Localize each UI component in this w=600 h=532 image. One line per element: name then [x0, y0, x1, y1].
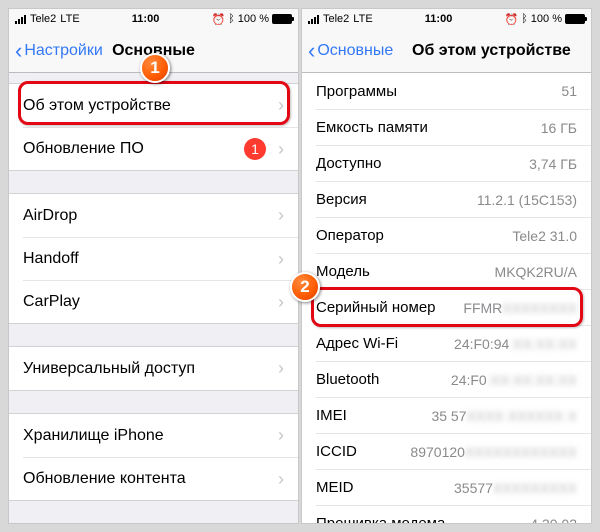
settings-list[interactable]: Об этом устройстве › Обновление ПО 1 › A… [9, 73, 298, 523]
row-handoff[interactable]: Handoff › [23, 237, 298, 280]
chevron-right-icon: › [278, 205, 284, 226]
alarm-icon: ⏰ [211, 13, 225, 26]
battery-icon [272, 14, 292, 24]
signal-icon [15, 15, 26, 24]
row-carrier[interactable]: Оператор Tele2 31.0 [316, 217, 591, 253]
chevron-right-icon: › [278, 139, 284, 160]
battery-icon [565, 14, 585, 24]
nav-header: ‹ Основные Об этом устройстве [302, 29, 591, 73]
chevron-right-icon: › [278, 425, 284, 446]
chevron-right-icon: › [278, 358, 284, 379]
network-label: LTE [60, 13, 79, 25]
bluetooth-icon: ᛒ [521, 13, 528, 25]
update-badge: 1 [244, 138, 266, 160]
network-label: LTE [353, 13, 372, 25]
carrier-label: Tele2 [323, 13, 349, 25]
nav-header: ‹ Настройки Основные [9, 29, 298, 73]
status-bar: Tele2 LTE 11:00 ⏰ ᛒ 100 % [302, 9, 591, 29]
page-title: Об этом устройстве [302, 42, 591, 60]
row-iccid[interactable]: ICCID 8970120XXXXXXXXXXXX [316, 433, 591, 469]
signal-icon [308, 15, 319, 24]
row-modem-firmware[interactable]: Прошивка модема 4.30.02 [316, 505, 591, 523]
row-software-update[interactable]: Обновление ПО 1 › [23, 127, 298, 170]
battery-label: 100 % [531, 13, 562, 25]
phone-left: Tele2 LTE 11:00 ⏰ ᛒ 100 % ‹ Настройки Ос… [8, 8, 299, 524]
clock: 11:00 [373, 13, 505, 25]
status-bar: Tele2 LTE 11:00 ⏰ ᛒ 100 % [9, 9, 298, 29]
chevron-right-icon: › [278, 95, 284, 116]
carrier-label: Tele2 [30, 13, 56, 25]
clock: 11:00 [80, 13, 212, 25]
row-accessibility[interactable]: Универсальный доступ › [9, 347, 298, 390]
row-about-device[interactable]: Об этом устройстве › [9, 84, 298, 127]
row-imei[interactable]: IMEI 35 57XXXX XXXXXX X [316, 397, 591, 433]
row-meid[interactable]: MEID 35577XXXXXXXXX [316, 469, 591, 505]
row-bluetooth[interactable]: Bluetooth 24:F0:XX:XX:XX:XX [316, 361, 591, 397]
row-apps[interactable]: Программы 51 [302, 73, 591, 109]
row-capacity[interactable]: Емкость памяти 16 ГБ [316, 109, 591, 145]
chevron-right-icon: › [278, 292, 284, 313]
chevron-right-icon: › [278, 469, 284, 490]
page-title: Основные [9, 42, 298, 60]
phone-right: Tele2 LTE 11:00 ⏰ ᛒ 100 % ‹ Основные Об … [301, 8, 592, 524]
alarm-icon: ⏰ [504, 13, 518, 26]
battery-label: 100 % [238, 13, 269, 25]
row-iphone-storage[interactable]: Хранилище iPhone › [9, 414, 298, 457]
row-available[interactable]: Доступно 3,74 ГБ [316, 145, 591, 181]
bluetooth-icon: ᛒ [228, 13, 235, 25]
row-wifi-address[interactable]: Адрес Wi-Fi 24:F0:94:XX:XX:XX [316, 325, 591, 361]
about-list[interactable]: Программы 51 Емкость памяти 16 ГБ Доступ… [302, 73, 591, 523]
row-carplay[interactable]: CarPlay › [23, 280, 298, 323]
chevron-right-icon: › [278, 249, 284, 270]
row-version[interactable]: Версия 11.2.1 (15C153) [316, 181, 591, 217]
row-serial-number[interactable]: Серийный номер FFMRXXXXXXXX [316, 289, 591, 325]
row-airdrop[interactable]: AirDrop › [9, 194, 298, 237]
row-background-refresh[interactable]: Обновление контента › [23, 457, 298, 500]
row-model[interactable]: Модель MKQK2RU/A [316, 253, 591, 289]
